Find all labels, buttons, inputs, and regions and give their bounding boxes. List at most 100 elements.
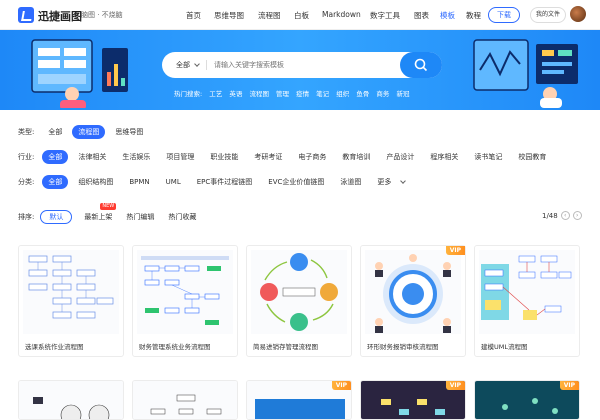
filter-chip-type-flowchart[interactable]: 流程图 <box>72 125 106 139</box>
chevron-down-icon[interactable] <box>194 61 200 67</box>
search-button[interactable] <box>400 52 442 78</box>
filter-chip-industry[interactable]: 考研考证 <box>248 150 288 164</box>
filter-label: 行业: <box>18 153 35 161</box>
brand-name[interactable]: 迅捷画图 <box>38 8 82 24</box>
filter-row-industry: 行业: 全部 法律相关 生活娱乐 项目管理 职业技能 考研考证 电子商务 教育培… <box>18 150 556 164</box>
hot-term[interactable]: 英语 <box>229 90 242 98</box>
filter-chip-category[interactable]: 全部 <box>42 175 69 189</box>
hot-term[interactable]: 管理 <box>276 90 289 98</box>
hot-term[interactable]: 流程图 <box>249 90 269 98</box>
nav-link-charts[interactable]: 图表 <box>414 10 438 21</box>
template-card[interactable]: 财务管理系统业务流程图 <box>132 245 238 357</box>
hot-term[interactable]: 商务 <box>376 90 389 98</box>
brand-logo-icon[interactable] <box>18 7 34 23</box>
template-card[interactable] <box>18 380 124 420</box>
nav-link-digital-tools[interactable]: 数字工具 <box>370 10 412 21</box>
template-card[interactable] <box>132 380 238 420</box>
filter-chip-type-mindmap[interactable]: 思维导图 <box>109 125 149 139</box>
prev-page-button[interactable]: ‹ <box>560 211 570 220</box>
search-divider <box>206 60 207 70</box>
page-indicator: 1/48 <box>542 211 558 220</box>
filter-chip-industry[interactable]: 电子商务 <box>292 150 332 164</box>
template-card[interactable]: VIP 环形财务报销审核流程图 <box>360 245 466 357</box>
search-scope-select[interactable]: 全部 <box>176 60 190 70</box>
hero-left-illustration <box>31 39 128 108</box>
nav-link-flowchart[interactable]: 流程图 <box>258 10 292 21</box>
filter-chip-category[interactable]: EVC企业价值链图 <box>262 175 330 189</box>
nav-link-markdown[interactable]: Markdown <box>322 10 366 21</box>
search-icon <box>414 58 428 72</box>
filter-chip-industry[interactable]: 全部 <box>42 150 69 164</box>
filter-row-type: 类型: 全部 流程图 思维导图 <box>18 125 153 139</box>
filter-chip-category[interactable]: 泳道图 <box>334 175 367 189</box>
filter-label: 类型: <box>18 128 35 136</box>
sort-default-button[interactable]: 默认 <box>40 210 73 224</box>
template-thumbnail <box>19 381 123 419</box>
filter-chip-industry[interactable]: 生活娱乐 <box>116 150 156 164</box>
sort-hot-fav-button[interactable]: 热门收藏 <box>168 212 196 222</box>
hot-term[interactable]: 鱼骨 <box>356 90 369 98</box>
hot-term[interactable]: 工艺 <box>209 90 222 98</box>
nav-links: 首页 思维导图 流程图 白板 Markdown 数字工具 图表 模板 教程 <box>186 10 490 21</box>
chevron-down-icon[interactable] <box>400 177 407 184</box>
filter-chip-industry[interactable]: 产品设计 <box>380 150 420 164</box>
hot-term[interactable]: 组织 <box>336 90 349 98</box>
pager: 1/48 ‹ › <box>542 211 582 220</box>
sort-label: 排序: <box>18 213 35 221</box>
my-files-button[interactable]: 我的文件 <box>530 7 566 23</box>
template-title: 财务管理系统业务流程图 <box>139 343 211 351</box>
template-title: 简易进销存管理流程图 <box>253 343 318 351</box>
vip-badge: VIP <box>559 381 579 390</box>
filter-chip-category[interactable]: BPMN <box>123 175 155 189</box>
hot-searches: 热门搜索: 工艺 英语 流程图 管理 疫情 笔记 组织 鱼骨 商务 新冠 <box>174 88 414 98</box>
template-card[interactable]: VIP <box>246 380 352 420</box>
template-card[interactable]: 选课系统作业流程图 <box>18 245 124 357</box>
template-thumbnail <box>479 250 575 334</box>
nav-link-templates[interactable]: 模板 <box>440 10 464 21</box>
filter-chip-industry[interactable]: 校园教育 <box>512 150 552 164</box>
sort-newest-button[interactable]: 最新上架 NEW <box>84 203 117 222</box>
template-card[interactable]: 建模UML流程图 <box>474 245 580 357</box>
sort-newest-label: 最新上架 <box>84 213 113 221</box>
hot-term[interactable]: 新冠 <box>396 90 409 98</box>
user-avatar[interactable] <box>570 6 586 22</box>
download-button[interactable]: 下载 <box>488 7 520 23</box>
filter-chip-industry[interactable]: 教育培训 <box>336 150 376 164</box>
hero-banner: 全部 热门搜索: 工艺 英语 流程图 管理 疫情 笔记 组织 鱼骨 商务 新冠 <box>0 30 600 110</box>
search-bar: 全部 <box>162 52 442 78</box>
next-page-button[interactable]: › <box>572 211 582 220</box>
template-thumbnail <box>251 250 347 334</box>
nav-link-mindmap[interactable]: 思维导图 <box>214 10 256 21</box>
filter-chip-category[interactable]: 组织结构图 <box>72 175 119 189</box>
sort-row: 排序: 默认 最新上架 NEW 热门编辑 热门收藏 <box>18 203 210 224</box>
brand-slogan: 脑图 · 不烧脑 <box>81 11 123 19</box>
hot-search-label: 热门搜索: <box>174 90 203 98</box>
filter-chip-industry[interactable]: 法律相关 <box>72 150 112 164</box>
nav-link-whiteboard[interactable]: 白板 <box>294 10 318 21</box>
template-title: 环形财务报销审核流程图 <box>367 343 439 351</box>
vip-badge: VIP <box>331 381 351 390</box>
template-title: 建模UML流程图 <box>481 343 528 351</box>
template-card[interactable]: VIP <box>360 380 466 420</box>
filter-chip-industry[interactable]: 读书笔记 <box>468 150 508 164</box>
template-card[interactable]: 简易进销存管理流程图 <box>246 245 352 357</box>
filter-chip-category[interactable]: EPC事件过程链图 <box>191 175 259 189</box>
sort-hot-edit-button[interactable]: 热门编辑 <box>126 212 154 222</box>
filter-chip-type-all[interactable]: 全部 <box>42 125 68 139</box>
top-nav: 迅捷画图 脑图 · 不烧脑 首页 思维导图 流程图 白板 Markdown 数字… <box>0 0 600 30</box>
hot-term[interactable]: 疫情 <box>296 90 309 98</box>
filter-chip-industry[interactable]: 职业技能 <box>204 150 244 164</box>
filter-more-button[interactable]: 更多 <box>371 175 397 189</box>
search-input[interactable] <box>214 58 384 72</box>
vip-badge: VIP <box>445 246 465 255</box>
filter-chip-industry[interactable]: 程序相关 <box>424 150 464 164</box>
filter-chip-industry[interactable]: 项目管理 <box>160 150 200 164</box>
nav-link-home[interactable]: 首页 <box>186 10 212 21</box>
filter-chip-category[interactable]: UML <box>160 175 187 189</box>
nav-link-tutorials[interactable]: 教程 <box>466 10 490 21</box>
template-thumbnail <box>23 250 119 334</box>
template-card[interactable]: VIP <box>474 380 580 420</box>
template-title: 选课系统作业流程图 <box>25 343 84 351</box>
hot-term[interactable]: 笔记 <box>316 90 329 98</box>
template-thumbnail <box>365 250 461 334</box>
